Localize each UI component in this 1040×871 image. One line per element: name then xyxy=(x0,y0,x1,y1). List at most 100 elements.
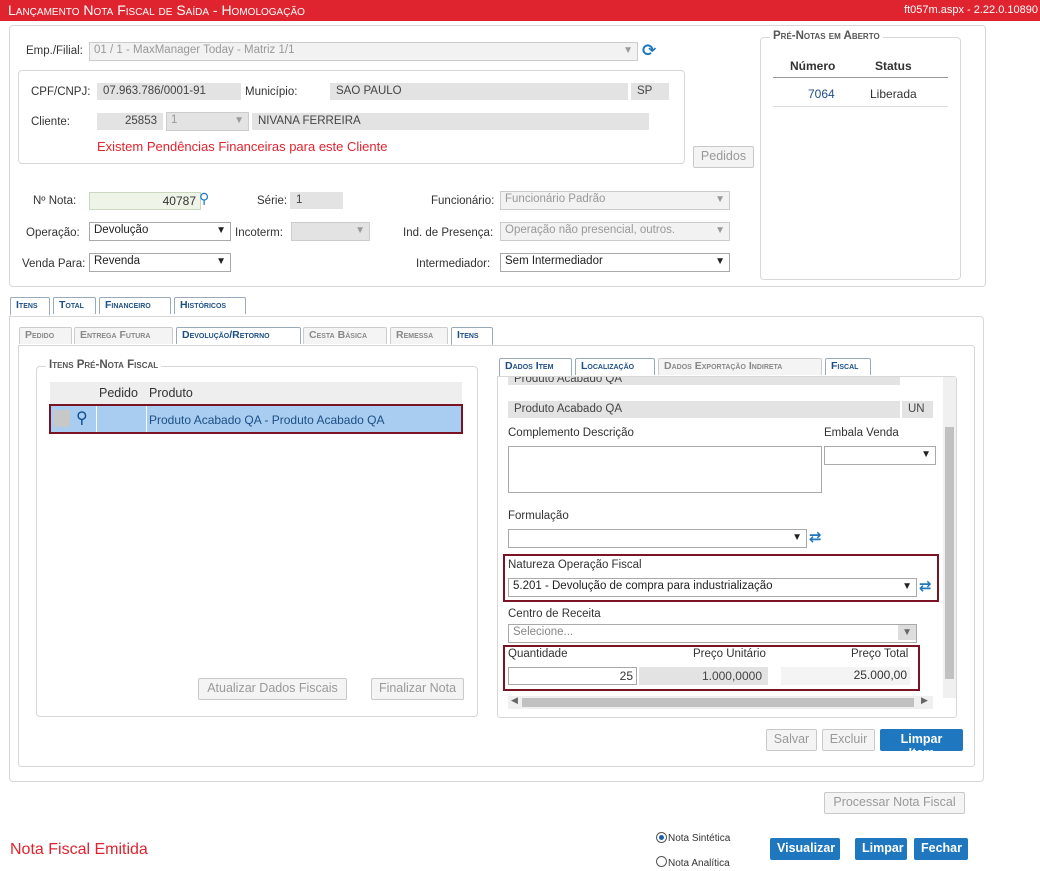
tab-dados-item[interactable]: Dados Item xyxy=(499,358,572,377)
preco-unitario-field: 1.000,0000 xyxy=(639,667,768,685)
embala-label: Embala Venda xyxy=(824,427,899,439)
formulacao-select[interactable]: ▼ xyxy=(508,529,807,548)
serie-field: 1 xyxy=(290,192,343,209)
finalizar-nota-button[interactable]: Finalizar Nota xyxy=(371,678,464,700)
venda-para-label: Venda Para: xyxy=(22,258,86,270)
chevron-down-icon: ▼ xyxy=(355,225,365,236)
quantidade-input[interactable]: 25 xyxy=(508,667,637,685)
chevron-down-icon: ▼ xyxy=(216,256,226,267)
natureza-label: Natureza Operação Fiscal xyxy=(508,559,642,571)
row-produto[interactable]: Produto Acabado QA - Produto Acabado QA xyxy=(149,413,385,427)
unidade-field: UN xyxy=(902,401,933,418)
preco-unitario-label: Preço Unitário xyxy=(693,648,766,660)
tab-total[interactable]: Total xyxy=(53,297,96,314)
prenotas-col-numero: Número xyxy=(790,59,836,73)
search-icon[interactable]: ⚲ xyxy=(76,408,88,427)
presenca-label: Ind. de Presença: xyxy=(403,227,494,239)
chevron-down-icon: ▼ xyxy=(792,532,802,543)
prenotas-title: Pré-Notas em Aberto xyxy=(770,30,883,42)
cliente-label: Cliente: xyxy=(31,116,70,128)
row-divider xyxy=(96,406,97,432)
subtab-itens[interactable]: Itens xyxy=(451,327,493,346)
row-divider xyxy=(146,406,147,432)
cliente-seq-value: 1 xyxy=(171,114,178,126)
status-message: Nota Fiscal Emitida xyxy=(10,841,148,858)
cliente-code-field: 25853 xyxy=(97,113,163,130)
radio-sintetica-label: Nota Sintética xyxy=(668,833,731,844)
chevron-down-icon: ▼ xyxy=(715,256,725,267)
scroll-right-icon[interactable]: ▶ xyxy=(921,696,928,706)
radio-analitica[interactable] xyxy=(656,856,667,867)
sync-icon[interactable]: ⇄ xyxy=(919,577,932,595)
natureza-value: 5.201 - Devolução de compra para industr… xyxy=(513,580,773,592)
complemento-label: Complemento Descrição xyxy=(508,427,634,439)
subtab-entrega-futura[interactable]: Entrega Futura xyxy=(74,327,173,344)
tab-financeiro[interactable]: Financeiro xyxy=(99,297,171,314)
radio-analitica-label: Nota Analítica xyxy=(668,858,730,869)
vertical-scrollbar[interactable] xyxy=(943,377,956,698)
emp-label: Emp./Filial: xyxy=(26,45,83,57)
atualizar-dados-fiscais-button[interactable]: Atualizar Dados Fiscais xyxy=(198,678,347,700)
chevron-down-icon: ▼ xyxy=(234,115,244,126)
horizontal-scrollbar-thumb[interactable] xyxy=(522,698,914,707)
natureza-operacao-select[interactable]: 5.201 - Devolução de compra para industr… xyxy=(508,578,917,597)
preco-total-label: Preço Total xyxy=(851,648,909,660)
subtab-remessa[interactable]: Remessa xyxy=(390,327,448,344)
operacao-value: Devolução xyxy=(94,224,149,236)
salvar-button[interactable]: Salvar xyxy=(766,729,817,751)
refresh-icon[interactable]: ⟳ xyxy=(642,41,656,61)
prenotas-row-divider xyxy=(773,106,948,107)
row-checkbox[interactable] xyxy=(54,410,70,427)
prenota-numero-link[interactable]: 7064 xyxy=(808,87,835,101)
subtab-cesta-basica[interactable]: Cesta Básica xyxy=(303,327,387,344)
cliente-name-field: NIVANA FERREIRA xyxy=(252,113,649,130)
subtab-pedido[interactable]: Pedido xyxy=(19,327,72,344)
limpar-item-button[interactable]: Limpar Item xyxy=(880,729,963,760)
centro-receita-select[interactable]: Selecione... ▼ xyxy=(508,624,917,643)
formulacao-label: Formulação xyxy=(508,510,569,522)
radio-sintetica[interactable] xyxy=(656,832,667,843)
num-nota-input[interactable]: 40787 xyxy=(89,192,201,210)
col-produto: Produto xyxy=(149,386,193,400)
items-group-title: Itens Pré-Nota Fiscal xyxy=(46,359,162,371)
embala-venda-select[interactable]: ▼ xyxy=(824,446,936,465)
pendencia-alert: Existem Pendências Financeiras para este… xyxy=(97,139,388,154)
visualizar-button[interactable]: Visualizar xyxy=(770,838,840,860)
cut-text-field: Produto Acabado QA xyxy=(508,377,900,385)
tab-localizacao[interactable]: Localização xyxy=(575,358,655,375)
subtab-devolucao-retorno[interactable]: Devolução/Retorno xyxy=(176,327,301,344)
vertical-scrollbar-thumb[interactable] xyxy=(945,427,954,679)
tab-historicos[interactable]: Históricos xyxy=(174,297,246,314)
centro-receita-label: Centro de Receita xyxy=(508,608,601,620)
tab-fiscal[interactable]: Fiscal xyxy=(825,358,871,375)
horizontal-scrollbar[interactable]: ◀ ▶ xyxy=(508,696,933,709)
processar-nota-button[interactable]: Processar Nota Fiscal xyxy=(824,792,965,814)
sync-icon[interactable]: ⇄ xyxy=(809,528,822,546)
pedidos-button[interactable]: Pedidos xyxy=(693,146,754,168)
venda-para-value: Revenda xyxy=(94,255,141,267)
tab-itens[interactable]: Itens xyxy=(10,297,50,316)
chevron-down-icon: ▼ xyxy=(715,225,725,236)
funcionario-select: Funcionário Padrão ▼ xyxy=(500,191,730,210)
operacao-select[interactable]: Devolução ▼ xyxy=(89,222,231,241)
fechar-button[interactable]: Fechar xyxy=(914,838,968,860)
prenotas-panel xyxy=(760,37,961,280)
venda-para-select[interactable]: Revenda ▼ xyxy=(89,253,231,272)
tab-dados-exportacao[interactable]: Dados Exportação Indireta xyxy=(658,358,822,375)
intermediador-label: Intermediador: xyxy=(416,258,491,270)
incoterm-select: ▼ xyxy=(291,222,370,241)
excluir-button[interactable]: Excluir xyxy=(822,729,875,751)
chevron-down-icon: ▼ xyxy=(921,449,931,460)
chevron-down-icon: ▼ xyxy=(902,581,912,592)
intermediador-value: Sem Intermediador xyxy=(505,255,603,267)
operacao-label: Operação: xyxy=(26,227,80,239)
scroll-left-icon[interactable]: ◀ xyxy=(511,696,518,706)
complemento-textarea[interactable] xyxy=(508,446,822,493)
presenca-select: Operação não presencial, outros. ▼ xyxy=(500,222,730,241)
search-icon[interactable]: ⚲ xyxy=(199,191,209,207)
quantidade-label: Quantidade xyxy=(508,648,568,660)
limpar-button[interactable]: Limpar xyxy=(855,838,907,860)
intermediador-select[interactable]: Sem Intermediador ▼ xyxy=(500,253,730,272)
incoterm-label: Incoterm: xyxy=(235,227,283,239)
prenotas-header-divider xyxy=(773,77,948,78)
